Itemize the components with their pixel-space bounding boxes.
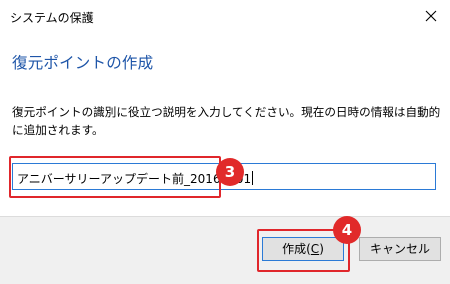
page-heading: 復元ポイントの作成 — [12, 54, 154, 72]
window-title: システムの保護 — [10, 11, 94, 25]
step-badge-4: 4 — [333, 216, 361, 244]
close-icon — [425, 10, 437, 22]
title-bar: システムの保護 — [0, 0, 450, 33]
step-badge-3: 3 — [216, 158, 244, 186]
system-protection-dialog: システムの保護 復元ポイントの作成 復元ポイントの識別に役立つ説明を入力してくだ… — [0, 0, 450, 284]
description-text: 復元ポイントの識別に役立つ説明を入力してください。現在の日時の情報は自動的に追加… — [12, 105, 441, 137]
highlight-box-input — [9, 156, 221, 198]
close-button[interactable] — [418, 4, 444, 28]
text-caret — [252, 171, 254, 185]
cancel-button[interactable]: キャンセル — [359, 237, 441, 261]
